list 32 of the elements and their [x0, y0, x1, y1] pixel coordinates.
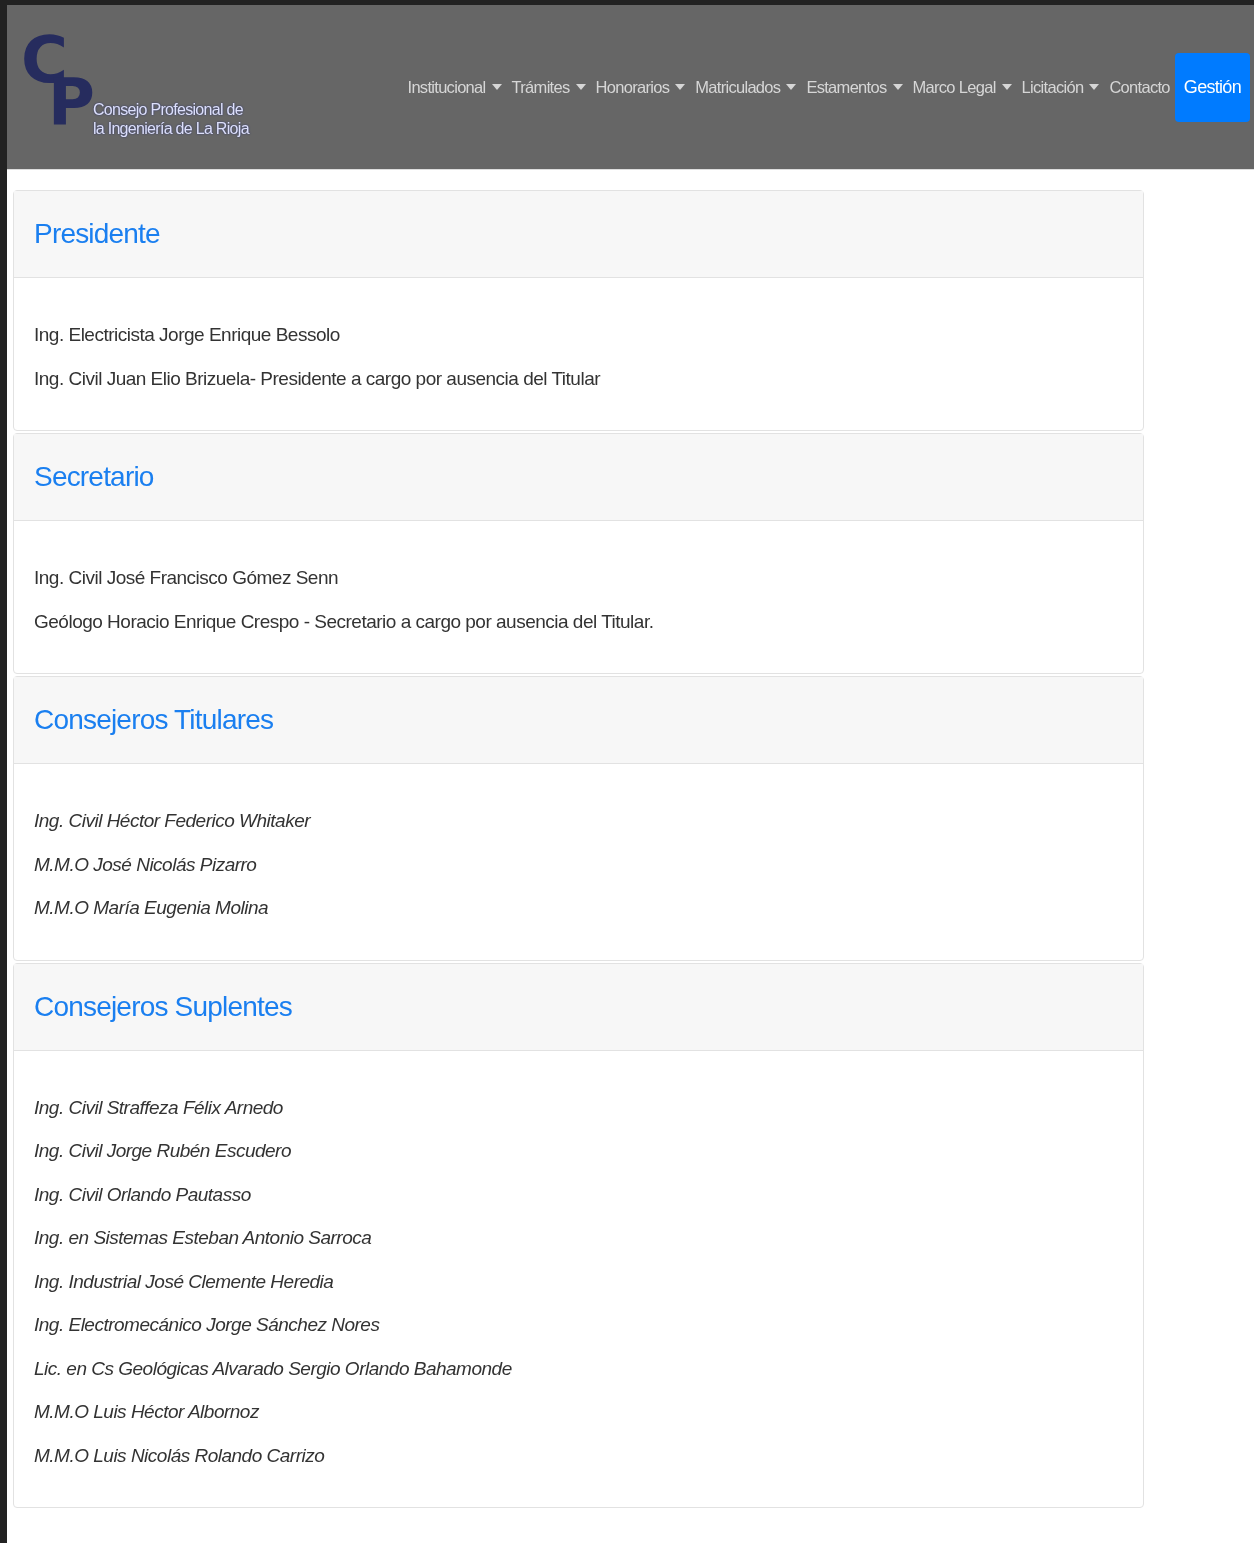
nav-link[interactable]: Matriculados [690, 53, 802, 121]
member-name: Ing. Industrial José Clemente Heredia [34, 1269, 335, 1294]
member-name: M.M.O Luis Nicolás Rolando Carrizo [34, 1443, 326, 1468]
nav-link[interactable]: Marco Legal [907, 53, 1017, 121]
nav-link[interactable]: Trámites [506, 53, 591, 121]
logo-text[interactable]: Consejo Profesional de [92, 99, 249, 119]
member-name: Ing. Electromecánico Jorge Sánchez Nores [34, 1313, 381, 1337]
member-name: M.M.O Luis Héctor Albornoz [34, 1400, 260, 1424]
member-name: Ing. Civil Juan Elio Brizuela- Presidente a cargo por ausencia del Titular [34, 366, 602, 391]
nav-link[interactable]: Estamentos [801, 53, 908, 121]
member-name: Ing. Civil Straffeza Félix Arnedo [34, 1095, 284, 1120]
nav-link[interactable]: Institucional [402, 53, 507, 121]
member-name: Ing. en Sistemas Esteban Antonio Sarroca [34, 1226, 373, 1250]
section-title: Consejeros Suplentes [34, 990, 292, 1023]
member-name: Ing. Electricista Jorge Enrique Bessolo [34, 323, 341, 347]
member-name: M.M.O María Eugenia Molina [34, 896, 270, 920]
member-name: Ing. Civil Orlando Pautasso [34, 1182, 252, 1207]
nav-link[interactable]: Contacto [1104, 53, 1175, 121]
nav-link[interactable]: Gestión [1174, 52, 1250, 122]
section-title: Secretario [34, 461, 154, 493]
section-title: Consejeros Titulares [34, 704, 274, 736]
logo-text[interactable]: la Ingeniería de La Rioja [92, 118, 249, 138]
member-name: M.M.O José Nicolás Pizarro [34, 852, 258, 877]
nav-link[interactable]: Honorarios [590, 53, 691, 121]
member-name: Ing. Civil Héctor Federico Whitaker [34, 809, 312, 833]
member-name: Geólogo Horacio Enrique Crespo - Secretario a cargo por ausencia del Titular. [34, 609, 655, 634]
section-title: Presidente [34, 218, 160, 250]
member-name: Ing. Civil Jorge Rubén Escudero [34, 1139, 292, 1163]
member-name: Lic. en Cs Geológicas Alvarado Sergio Orlando Bahamonde [34, 1356, 513, 1381]
nav-link[interactable]: Licitación [1016, 53, 1105, 121]
member-name: Ing. Civil José Francisco Gómez Senn [34, 566, 340, 590]
logo-mark[interactable]: CP [21, 32, 95, 142]
